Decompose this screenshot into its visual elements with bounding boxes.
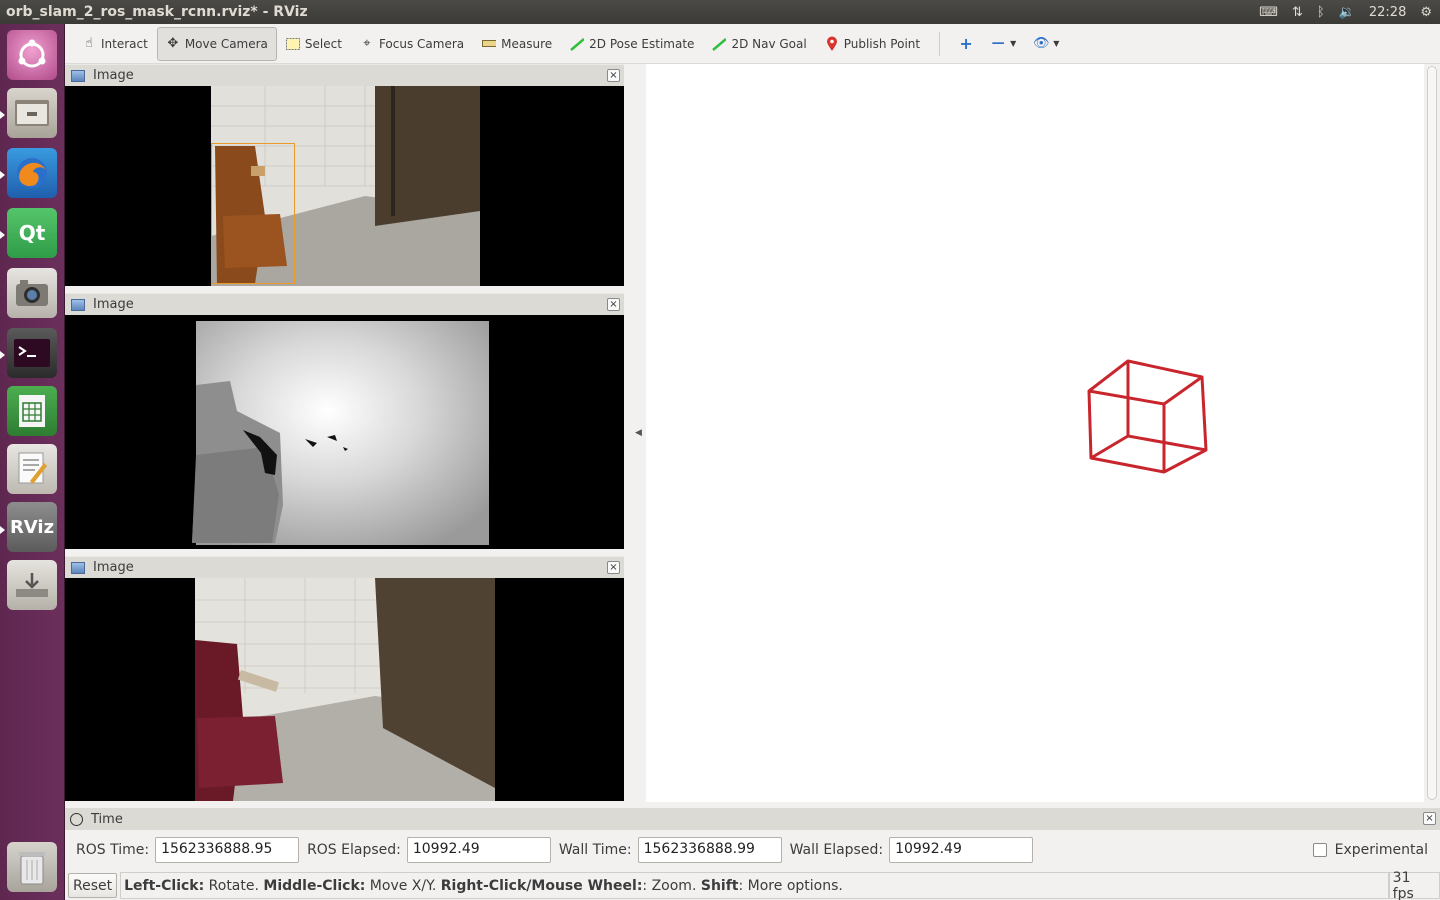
- ros-elapsed-field[interactable]: 10992.49: [406, 837, 551, 863]
- collapse-left-arrow-icon[interactable]: ◀: [635, 428, 642, 438]
- wall-time-label: Wall Time:: [558, 842, 632, 858]
- image-icon: [71, 298, 85, 311]
- chevron-down-icon: ▼: [1010, 39, 1017, 48]
- view-scrollbar[interactable]: [1424, 64, 1440, 802]
- status-hint: Left-Click: Rotate. Middle-Click: Move X…: [120, 872, 1389, 899]
- crosshair-icon: ⌖: [363, 36, 371, 51]
- camera-frustum-wireframe: [1087, 359, 1208, 474]
- close-icon[interactable]: ×: [1423, 812, 1436, 825]
- close-icon[interactable]: ×: [607, 298, 620, 311]
- publish-point-tool[interactable]: Publish Point: [816, 27, 929, 61]
- image-icon: [71, 69, 85, 82]
- chevron-down-icon: ▼: [1053, 39, 1060, 48]
- firefox-icon[interactable]: [7, 148, 57, 198]
- hand-pointer-icon: ☝: [85, 36, 93, 51]
- experimental-label: Experimental: [1334, 842, 1428, 858]
- image-panel-3-header: Image ×: [65, 556, 624, 578]
- pose-estimate-tool[interactable]: 2D Pose Estimate: [561, 27, 703, 61]
- plus-icon: +: [959, 34, 973, 53]
- ruler-icon: [482, 37, 497, 51]
- eye-icon: 👁: [1033, 36, 1050, 51]
- green-arrow-icon: [712, 37, 727, 51]
- ubuntu-icon[interactable]: [7, 30, 57, 80]
- top-panel: orb_slam_2_ros_mask_rcnn.rviz* - RViz ⌨ …: [0, 0, 1440, 24]
- close-icon[interactable]: ×: [607, 561, 620, 574]
- image-panel-3-title: Image: [93, 560, 134, 575]
- wall-elapsed-label: Wall Elapsed:: [789, 842, 884, 858]
- camera-icon[interactable]: [7, 268, 57, 318]
- clock-icon: [70, 812, 83, 826]
- view-menu-button[interactable]: 👁 ▼: [1025, 27, 1068, 61]
- green-arrow-icon: [570, 37, 585, 51]
- measure-tool[interactable]: Measure: [473, 27, 561, 61]
- trash-icon[interactable]: [7, 842, 57, 892]
- map-pin-icon: [825, 36, 839, 51]
- ros-time-label: ROS Time:: [76, 842, 150, 858]
- focus-camera-tool[interactable]: ⌖ Focus Camera: [351, 27, 473, 61]
- add-tool-button[interactable]: +: [950, 27, 982, 61]
- tool-bar: ☝ Interact ✥ Move Camera Select ⌖ Focus …: [65, 24, 1440, 64]
- installer-icon[interactable]: [7, 560, 57, 610]
- time-panel-title: Time: [91, 811, 123, 827]
- ros-elapsed-label: ROS Elapsed:: [307, 842, 401, 858]
- files-icon[interactable]: [7, 88, 57, 138]
- status-bar: Reset Left-Click: Rotate. Middle-Click: …: [65, 870, 1440, 900]
- settings-gear-icon[interactable]: ⚙: [1420, 5, 1432, 20]
- volume-icon[interactable]: 🔉: [1339, 5, 1355, 20]
- time-panel-row: ROS Time: 1562336888.95 ROS Elapsed: 109…: [65, 831, 1440, 869]
- ros-time-field[interactable]: 1562336888.95: [155, 837, 300, 863]
- rgb-camera-image: [195, 578, 495, 801]
- image-panel-1-header: Image ×: [65, 64, 624, 86]
- launcher: Qt RViz: [0, 24, 65, 900]
- depth-image: [192, 321, 489, 545]
- bluetooth-icon[interactable]: ᛒ: [1317, 5, 1325, 20]
- clock[interactable]: 22:28: [1369, 5, 1406, 20]
- image-panel-1-view: [65, 86, 624, 286]
- remove-tool-button[interactable]: — ▼: [982, 27, 1025, 61]
- move-camera-tool[interactable]: ✥ Move Camera: [156, 26, 277, 61]
- experimental-checkbox[interactable]: [1312, 843, 1327, 857]
- keyboard-icon[interactable]: ⌨: [1259, 5, 1278, 20]
- minus-icon: —: [991, 36, 1005, 51]
- image-panel-3-view: [65, 578, 624, 801]
- select-tool[interactable]: Select: [277, 27, 351, 61]
- image-icon: [71, 561, 85, 574]
- reset-button[interactable]: Reset: [68, 873, 118, 898]
- indicator-area: ⌨ ⇅ ᛒ 🔉 22:28 ⚙: [1259, 5, 1440, 20]
- time-panel-header: Time ×: [65, 808, 1440, 830]
- image-panel-2-title: Image: [93, 297, 134, 312]
- image-panel-2-header: Image ×: [65, 293, 624, 315]
- fps-counter: 31 fps: [1388, 870, 1440, 900]
- network-icon[interactable]: ⇅: [1292, 5, 1303, 20]
- image-panel-1-title: Image: [93, 68, 134, 83]
- rviz-icon[interactable]: RViz: [7, 502, 57, 552]
- interact-tool[interactable]: ☝ Interact: [73, 27, 157, 61]
- 3d-render-view[interactable]: [646, 64, 1424, 802]
- close-icon[interactable]: ×: [607, 69, 620, 82]
- nav-goal-tool[interactable]: 2D Nav Goal: [703, 27, 815, 61]
- scrollbar-thumb[interactable]: [1427, 66, 1437, 800]
- terminal-icon[interactable]: [7, 328, 57, 378]
- toolbar-separator: [939, 31, 941, 56]
- move-arrows-icon: ✥: [167, 36, 179, 51]
- experimental-option: Experimental: [1312, 842, 1440, 858]
- window-title: orb_slam_2_ros_mask_rcnn.rviz* - RViz: [6, 4, 308, 20]
- qt-creator-icon[interactable]: Qt: [7, 208, 57, 258]
- wall-elapsed-field[interactable]: 10992.49: [889, 837, 1034, 863]
- selection-rect-icon: [285, 37, 300, 51]
- spreadsheet-icon[interactable]: [7, 386, 57, 436]
- wall-time-field[interactable]: 1562336888.99: [637, 837, 782, 863]
- text-editor-icon[interactable]: [7, 444, 57, 494]
- rgb-camera-image-with-detection: [211, 86, 480, 286]
- image-panel-2-view: [65, 315, 624, 549]
